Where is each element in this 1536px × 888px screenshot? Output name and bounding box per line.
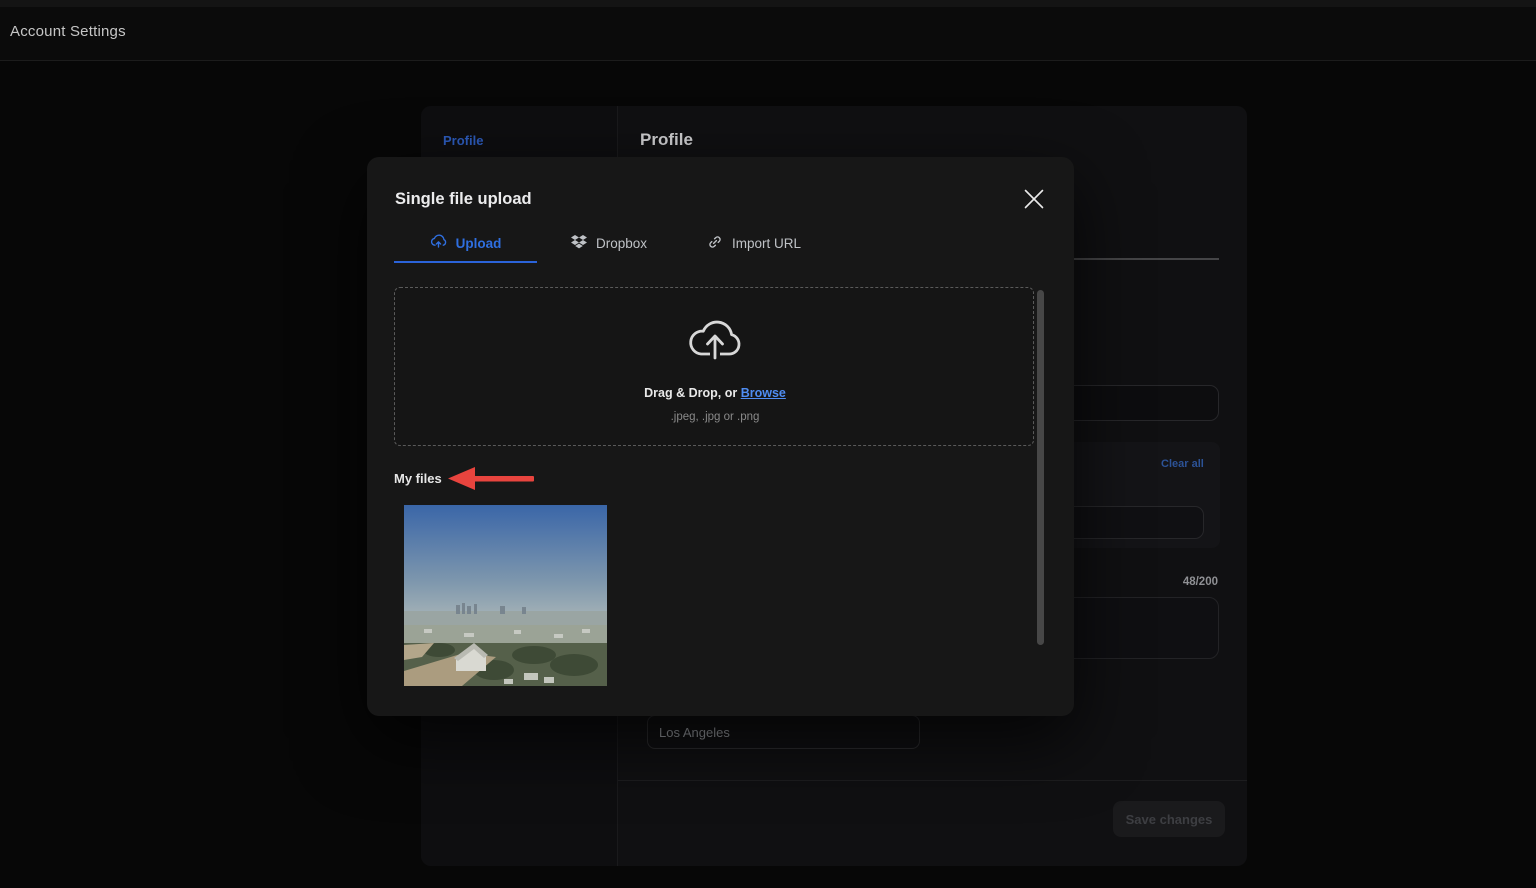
dropbox-icon <box>571 234 587 252</box>
modal-scrollbar-thumb[interactable] <box>1037 290 1044 645</box>
browse-link[interactable]: Browse <box>741 386 786 400</box>
dropzone-instruction-text: Drag & Drop, or <box>644 386 738 400</box>
tab-import-url[interactable]: Import URL <box>707 227 801 259</box>
tab-upload[interactable]: Upload <box>394 227 537 259</box>
city-input[interactable] <box>647 715 920 749</box>
annotation-arrow-icon <box>448 465 534 498</box>
active-tab-indicator <box>394 261 537 263</box>
close-button[interactable] <box>1020 186 1048 214</box>
uploaded-file-thumbnail[interactable] <box>404 505 607 686</box>
my-files-label: My files <box>394 471 442 486</box>
clear-all-link[interactable]: Clear all <box>1161 458 1204 470</box>
link-icon <box>707 234 723 253</box>
page-title: Account Settings <box>10 23 126 40</box>
cloud-upload-large-icon <box>684 314 746 369</box>
dropzone-instruction: Drag & Drop, or Browse <box>395 386 1035 400</box>
single-file-upload-modal: Single file upload Upload Dropbox Import… <box>367 157 1074 716</box>
tab-dropbox-label: Dropbox <box>596 235 648 251</box>
cloud-upload-icon <box>430 233 447 253</box>
save-changes-button[interactable]: Save changes <box>1113 801 1225 837</box>
character-counter: 48/200 <box>1182 576 1218 588</box>
upload-source-tabs: Upload Dropbox Import URL <box>367 227 1074 263</box>
modal-title: Single file upload <box>395 190 532 208</box>
accepted-formats-text: .jpeg, .jpg or .png <box>670 411 760 423</box>
sidebar-item-profile[interactable]: Profile <box>443 133 483 148</box>
top-bar: Account Settings <box>0 0 1536 61</box>
close-icon <box>1021 186 1047 215</box>
tab-upload-label: Upload <box>455 235 502 251</box>
card-footer-divider <box>618 780 1247 781</box>
file-dropzone[interactable]: Drag & Drop, or Browse .jpeg, .jpg or .p… <box>394 287 1034 446</box>
profile-section-heading: Profile <box>640 130 693 149</box>
tab-import-url-label: Import URL <box>732 235 802 251</box>
tab-dropbox[interactable]: Dropbox <box>571 227 647 259</box>
